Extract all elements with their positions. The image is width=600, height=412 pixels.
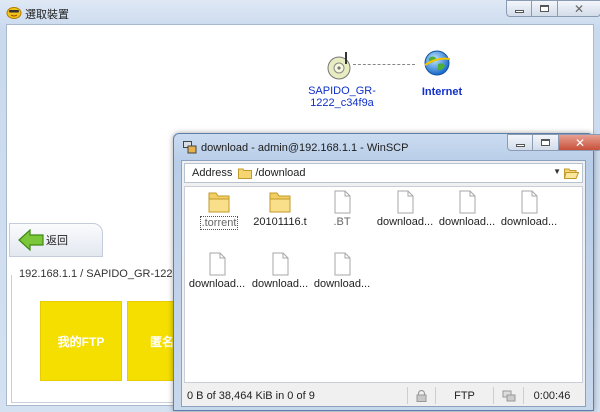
device-label[interactable]: SAPIDO_GR-1222_c34f9a [292, 85, 392, 109]
file-icon [272, 252, 289, 276]
winscp-close-button[interactable]: ✕ [559, 134, 600, 151]
smiley-app-icon [6, 7, 22, 19]
minimize-button[interactable] [506, 0, 532, 17]
winscp-minimize-button[interactable] [507, 134, 533, 151]
folder-icon [238, 168, 253, 179]
network-status [494, 387, 524, 404]
list-item[interactable]: .torrent [187, 189, 251, 233]
maximize-icon [541, 139, 550, 146]
address-label: Address [192, 167, 233, 179]
list-item[interactable]: download... [497, 189, 561, 231]
protocol-status: FTP [436, 387, 494, 404]
open-folder-icon[interactable] [564, 167, 579, 179]
close-icon: ✕ [574, 135, 586, 150]
winscp-title-bar[interactable]: download - admin@192.168.1.1 - WinSCP ✕ [174, 134, 600, 160]
maximize-icon [540, 5, 549, 12]
file-icon [521, 190, 538, 214]
file-icon [459, 190, 476, 214]
list-item[interactable]: download... [310, 251, 374, 293]
list-item[interactable]: .BT [310, 189, 374, 231]
my-ftp-tile[interactable]: 我的FTP [40, 301, 122, 381]
maximize-button[interactable] [532, 0, 558, 17]
list-item[interactable]: download... [185, 251, 249, 293]
folder-icon [208, 192, 230, 213]
list-item[interactable]: download... [248, 251, 312, 293]
file-name: download... [500, 216, 558, 228]
file-list[interactable]: .torrent 20101116.t .BT download... down… [184, 186, 583, 383]
address-value[interactable]: /download [255, 167, 305, 179]
lock-icon [416, 389, 427, 402]
close-icon: ✕ [573, 1, 585, 16]
back-label: 返回 [46, 235, 68, 247]
title-bar[interactable]: 選取裝置 ✕ [0, 0, 600, 24]
file-name: download... [376, 216, 434, 228]
file-name: download... [188, 278, 246, 290]
close-button[interactable]: ✕ [558, 0, 600, 17]
connection-line [353, 64, 415, 65]
green-arrow-left-icon [18, 229, 44, 251]
list-item[interactable]: 20101116.t [248, 189, 312, 231]
list-item[interactable]: download... [373, 189, 437, 231]
folder-icon [269, 192, 291, 213]
file-icon [334, 252, 351, 276]
winscp-title: download - admin@192.168.1.1 - WinSCP [201, 142, 409, 154]
selection-summary: 0 B of 38,464 KiB in 0 of 9 [184, 387, 408, 404]
file-name: 20101116.t [253, 216, 307, 228]
file-name: download... [438, 216, 496, 228]
winscp-window: download - admin@192.168.1.1 - WinSCP ✕ … [173, 133, 600, 411]
network-icon [502, 390, 515, 401]
elapsed-time: 0:00:46 [533, 389, 571, 402]
address-bar[interactable]: Address /download ▼ [184, 163, 583, 183]
status-bar: 0 B of 38,464 KiB in 0 of 9 FTP 0:00:46 [184, 386, 583, 405]
winscp-client: Address /download ▼ .torrent 20101116.t [181, 160, 586, 407]
device-path: 192.168.1.1 / SAPIDO_GR-1222_c34f9a [17, 268, 177, 280]
file-name: .BT [333, 216, 351, 228]
file-name: .torrent [199, 216, 239, 230]
chevron-down-icon[interactable]: ▼ [553, 167, 561, 176]
back-button[interactable]: 返回 [9, 223, 103, 257]
list-item[interactable]: download... [435, 189, 499, 231]
file-name: download... [251, 278, 309, 290]
file-icon [397, 190, 414, 214]
file-icon [334, 190, 351, 214]
winscp-maximize-button[interactable] [533, 134, 559, 151]
minimize-icon [514, 10, 524, 13]
router-disc-icon[interactable] [325, 51, 355, 81]
globe-icon[interactable] [423, 49, 451, 77]
lock-status [408, 387, 436, 404]
winscp-app-icon [183, 141, 197, 154]
window-title: 選取裝置 [25, 9, 69, 21]
file-name: download... [313, 278, 371, 290]
internet-label[interactable]: Internet [412, 86, 472, 98]
minimize-icon [515, 144, 525, 147]
file-icon [209, 252, 226, 276]
